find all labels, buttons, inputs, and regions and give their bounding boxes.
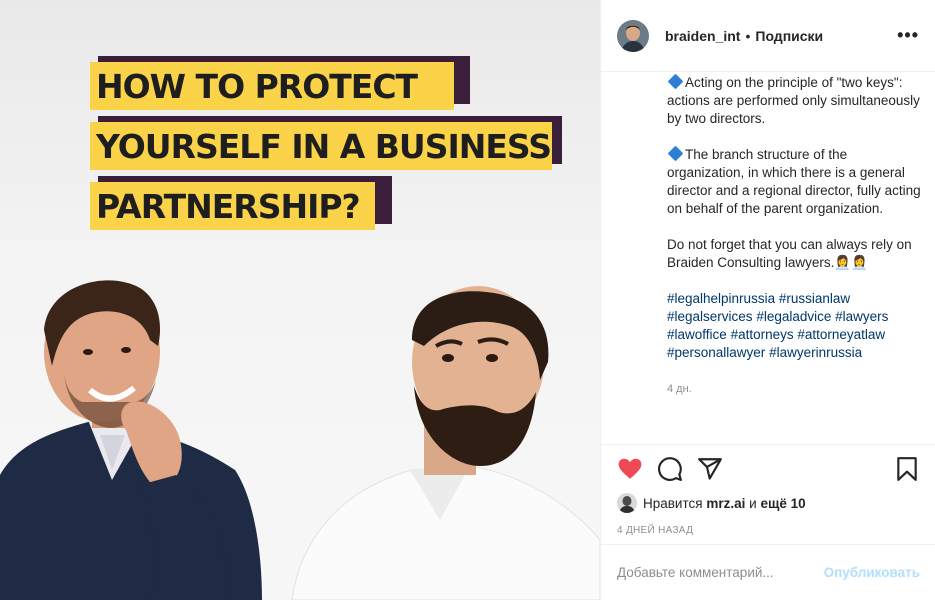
hashtag-link[interactable]: #personallawyer: [667, 345, 765, 360]
headline-text-2: YOURSELF IN A BUSINESS: [96, 127, 552, 166]
liker-username-link[interactable]: mrz.ai: [706, 496, 745, 511]
header-meta: braiden_int • Подписки: [665, 28, 823, 44]
man-left: [0, 280, 262, 600]
blue-diamond-icon: [667, 73, 684, 90]
comment-bar: Опубликовать: [601, 544, 935, 600]
separator-dot: •: [745, 27, 751, 44]
lawyer-emoji-icon: 👩‍💼👩‍💼: [834, 255, 868, 270]
likes-count-link[interactable]: ещё 10: [760, 496, 805, 511]
likes-conjunction: и: [749, 495, 757, 511]
headline-text-1: HOW TO PROTECT: [96, 67, 418, 106]
caption-age[interactable]: 4 дн.: [667, 380, 922, 398]
hashtag-link[interactable]: #attorneys: [731, 327, 794, 342]
two-men-photo: [0, 280, 600, 600]
bookmark-icon[interactable]: [894, 456, 920, 482]
post-image[interactable]: HOW TO PROTECT YOURSELF IN A BUSINESS PA…: [0, 0, 600, 600]
headline-text-3: PARTNERSHIP?: [96, 187, 361, 226]
hashtag-link[interactable]: #lawyers: [835, 309, 888, 324]
likes-prefix: Нравится: [643, 495, 703, 511]
caption-paragraph-2: The branch structure of the organization…: [667, 145, 921, 216]
posted-time[interactable]: 4 ДНЕЙ НАЗАД: [617, 525, 920, 536]
caption-paragraph-3: Do not forget that you can always rely o…: [667, 237, 912, 270]
actions-section: Нравится mrz.ai и ещё 10 4 ДНЕЙ НАЗАД: [601, 444, 935, 536]
hashtag-link[interactable]: #legaladvice: [756, 309, 831, 324]
heart-icon[interactable]: [617, 456, 643, 482]
hashtags: #legalhelpinrussia #russianlaw #legalser…: [667, 290, 922, 362]
hashtag-link[interactable]: #lawyerinrussia: [769, 345, 862, 360]
man-right: [291, 286, 600, 600]
blue-diamond-icon: [667, 145, 684, 162]
comment-icon[interactable]: [657, 456, 683, 482]
hashtag-link[interactable]: #attorneyatlaw: [797, 327, 885, 342]
share-icon[interactable]: [697, 456, 723, 482]
publish-button[interactable]: Опубликовать: [824, 565, 920, 580]
action-icons: [617, 445, 920, 493]
caption-paragraph-1: Acting on the principle of "two keys": a…: [667, 73, 920, 126]
hashtag-link[interactable]: #russianlaw: [779, 291, 850, 306]
more-options-icon[interactable]: •••: [897, 25, 919, 46]
post-sidebar: braiden_int • Подписки ••• Acting on the…: [600, 0, 935, 600]
hashtag-link[interactable]: #legalhelpinrussia: [667, 291, 775, 306]
hashtag-link[interactable]: #lawoffice: [667, 327, 727, 342]
hashtag-link[interactable]: #legalservices: [667, 309, 753, 324]
post-header: braiden_int • Подписки •••: [601, 0, 935, 72]
username-link[interactable]: braiden_int: [665, 28, 740, 44]
liker-avatar[interactable]: [617, 493, 637, 513]
likes-row: Нравится mrz.ai и ещё 10: [617, 493, 920, 513]
following-button[interactable]: Подписки: [755, 28, 823, 44]
avatar[interactable]: [617, 19, 649, 52]
caption: Acting on the principle of "two keys": a…: [667, 73, 922, 398]
comment-input[interactable]: [617, 565, 824, 580]
